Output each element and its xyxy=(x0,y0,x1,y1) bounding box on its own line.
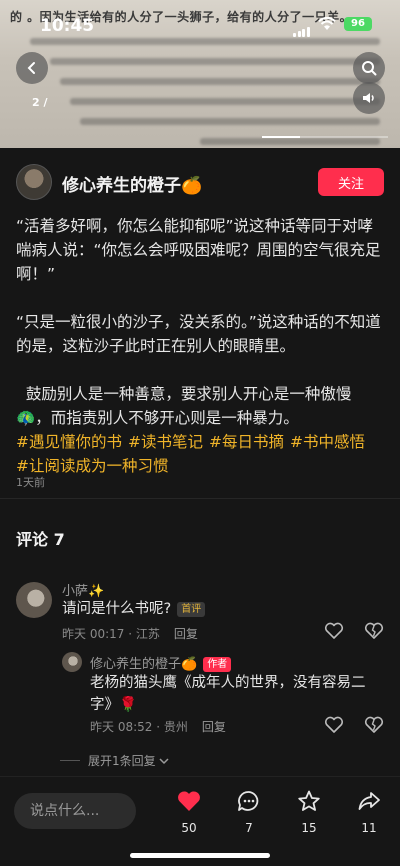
comment-text-content: 请问是什么书呢? xyxy=(62,601,172,617)
avatar[interactable] xyxy=(16,164,52,200)
post-time: 1天前 xyxy=(16,476,45,489)
share-button[interactable]: 11 xyxy=(349,789,389,835)
post-paragraph: “只是一粒很小的沙子，没关系的。”说这种话的不知道的是，这粒沙子此时正在别人的眼… xyxy=(16,313,381,355)
favorite-count: 15 xyxy=(301,821,317,835)
favorite-button[interactable]: 15 xyxy=(289,789,329,835)
comment-time: 昨天 08:52 · 贵州 xyxy=(90,720,188,734)
dislike-icon[interactable] xyxy=(364,622,384,640)
dislike-icon[interactable] xyxy=(364,716,384,734)
reply-button[interactable]: 回复 xyxy=(202,720,226,734)
share-count: 11 xyxy=(361,821,377,835)
heart-icon[interactable] xyxy=(324,622,344,640)
author-badge: 作者 xyxy=(203,657,232,672)
expand-line xyxy=(60,760,80,761)
comment-time: 昨天 00:17 · 江苏 xyxy=(62,627,160,641)
chevron-left-icon xyxy=(27,62,35,74)
signal-icon xyxy=(293,18,311,37)
comments-title: 评论 7 xyxy=(16,530,65,549)
battery-icon: 96 xyxy=(344,17,372,31)
comment-text[interactable]: 老杨的猫头鹰《成年人的世界，没有容易二字》🌹 xyxy=(90,672,380,716)
sound-button[interactable] xyxy=(353,82,385,114)
share-icon xyxy=(358,792,380,810)
chevron-down-icon xyxy=(159,757,169,764)
search-button[interactable] xyxy=(353,52,385,84)
status-time: 10:45 xyxy=(40,16,95,36)
image-blur-line xyxy=(70,98,380,105)
expand-replies-label: 展开1条回复 xyxy=(88,754,156,768)
tag-list: #遇见懂你的书 #读书笔记 #每日书摘 #书中感悟 #让阅读成为一种习惯 xyxy=(16,430,384,478)
like-button[interactable]: 50 xyxy=(169,789,209,835)
comment-author[interactable]: 修心养生的橙子🍊 作者 xyxy=(90,653,232,672)
image-blur-line xyxy=(200,138,380,145)
author-header: 修心养生的橙子🍊 关注 xyxy=(0,148,400,214)
avatar[interactable] xyxy=(16,582,52,618)
author-name[interactable]: 修心养生的橙子🍊 xyxy=(62,171,202,196)
image-blur-line xyxy=(80,118,380,125)
post-paragraph: “活着多好啊，你怎么能抑郁呢”说这种话等同于对哮喘病人说：“你怎么会呼吸困难呢？… xyxy=(16,217,381,283)
divider xyxy=(0,498,400,499)
comment-meta: 昨天 00:17 · 江苏 回复 xyxy=(62,625,198,642)
hashtag[interactable]: #遇见懂你的书 xyxy=(16,433,122,451)
heart-icon[interactable] xyxy=(324,716,344,734)
reply-button[interactable]: 回复 xyxy=(174,627,198,641)
comment-meta: 昨天 08:52 · 贵州 回复 xyxy=(90,718,226,735)
hashtag[interactable]: #每日书摘 xyxy=(209,433,284,451)
follow-button[interactable]: 关注 xyxy=(318,168,384,196)
status-bar: 10:45 96 xyxy=(0,0,400,40)
image-blur-line xyxy=(50,58,380,65)
image-blur-line xyxy=(60,78,380,85)
star-icon xyxy=(298,790,320,811)
comment-count: 7 xyxy=(245,821,253,835)
hashtag[interactable]: #书中感悟 xyxy=(290,433,365,451)
hashtag[interactable]: #让阅读成为一种习惯 xyxy=(16,457,169,475)
speaker-icon xyxy=(363,93,374,103)
like-count: 50 xyxy=(181,821,197,835)
post-body: “活着多好啊，你怎么能抑郁呢”说这种话等同于对哮喘病人说：“你怎么会呼吸困难呢？… xyxy=(16,214,384,478)
wifi-icon xyxy=(318,16,336,35)
first-comment-badge: 首评 xyxy=(177,601,206,617)
back-button[interactable] xyxy=(16,52,48,84)
comment-button[interactable]: 7 xyxy=(229,789,269,835)
avatar[interactable] xyxy=(62,652,82,672)
hashtag[interactable]: #读书笔记 xyxy=(128,433,203,451)
heart-icon xyxy=(178,791,200,811)
comment-author[interactable]: 小萨✨ xyxy=(62,580,104,599)
post-paragraph: 鼓励别人是一种善意，要求别人开心是一种傲慢🦚，而指责别人不够开心则是一种暴力。 xyxy=(16,385,352,427)
comment-input[interactable]: 说点什么... xyxy=(14,793,136,829)
comment-bubble-icon xyxy=(238,791,259,811)
search-icon xyxy=(362,61,377,76)
comment-author-name: 修心养生的橙子🍊 xyxy=(90,657,198,672)
image-progress xyxy=(262,136,388,138)
page-indicator: 2 / xyxy=(32,96,48,109)
comment-text[interactable]: 请问是什么书呢? 首评 xyxy=(62,598,206,620)
home-indicator xyxy=(130,853,270,858)
expand-replies-button[interactable]: 展开1条回复 xyxy=(60,752,170,769)
